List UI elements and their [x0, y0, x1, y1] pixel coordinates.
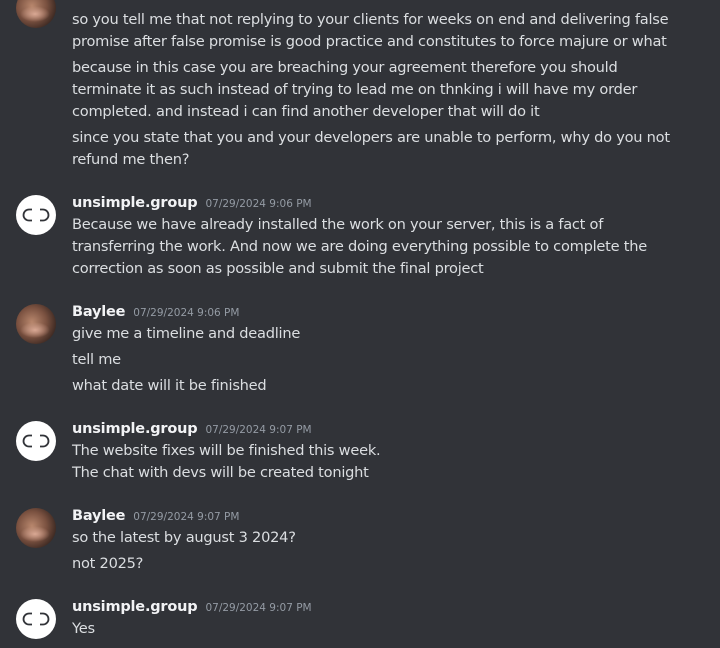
message-header: unsimple.group 07/29/2024 9:07 PM [72, 599, 312, 615]
timestamp: 07/29/2024 9:06 PM [133, 307, 240, 319]
timestamp: 07/29/2024 9:07 PM [133, 511, 240, 523]
message-text: give me a timeline and deadline [72, 325, 301, 342]
message-text: Because we have already installed the wo… [72, 216, 647, 277]
message-header: unsimple.group 07/29/2024 9:07 PM [72, 421, 312, 437]
username[interactable]: Baylee [72, 304, 125, 320]
bot-avatar[interactable] [16, 599, 56, 639]
message-text: what date will it be finished [72, 377, 267, 394]
chat-message-list: so you tell me that not replying to your… [0, 0, 720, 648]
message-text: not 2025? [72, 555, 144, 572]
message-text: tell me [72, 351, 121, 368]
chain-link-icon [22, 434, 50, 448]
message-text: since you state that you and your develo… [72, 129, 670, 168]
username[interactable]: Baylee [72, 508, 125, 524]
message-text: so the latest by august 3 2024? [72, 529, 296, 546]
timestamp: 07/29/2024 9:06 PM [205, 198, 312, 210]
message-text: The chat with devs will be created tonig… [72, 464, 369, 481]
message-header: Baylee 07/29/2024 9:06 PM [72, 304, 239, 320]
message-text: The website fixes will be finished this … [72, 442, 381, 459]
timestamp: 07/29/2024 9:07 PM [205, 424, 312, 436]
username[interactable]: unsimple.group [72, 195, 198, 211]
bot-avatar[interactable] [16, 195, 56, 235]
user-avatar[interactable] [16, 304, 56, 344]
bot-avatar[interactable] [16, 421, 56, 461]
chain-link-icon [22, 612, 50, 626]
chain-link-icon [22, 208, 50, 222]
message-text: because in this case you are breaching y… [72, 59, 638, 120]
username[interactable]: unsimple.group [72, 599, 198, 615]
message-header: unsimple.group 07/29/2024 9:06 PM [72, 195, 312, 211]
user-avatar[interactable] [16, 508, 56, 548]
username[interactable]: unsimple.group [72, 421, 198, 437]
message-text: Yes [72, 620, 95, 637]
message-text: so you tell me that not replying to your… [72, 11, 669, 50]
user-avatar[interactable] [16, 0, 56, 28]
timestamp: 07/29/2024 9:07 PM [205, 602, 312, 614]
message-header: Baylee 07/29/2024 9:07 PM [72, 508, 239, 524]
